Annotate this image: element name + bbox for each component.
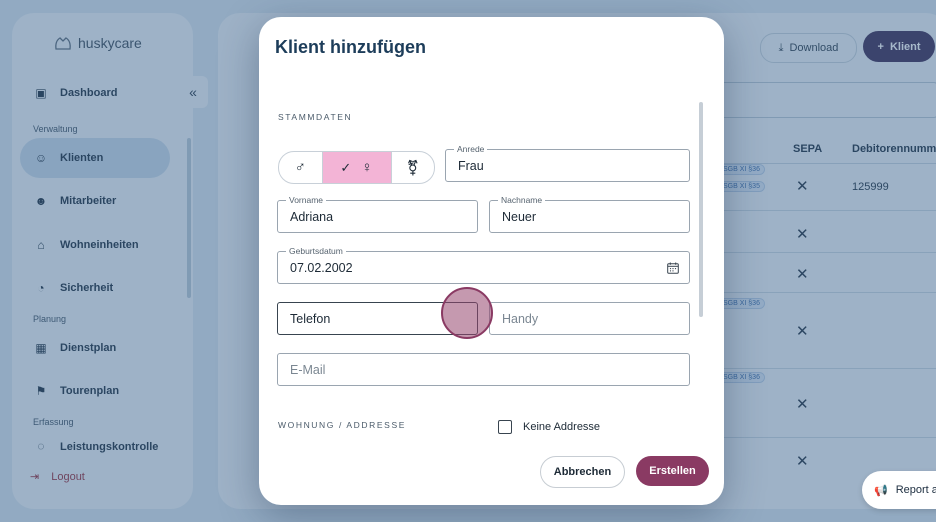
transgender-icon: ⚧ [406, 159, 420, 177]
click-indicator [441, 287, 493, 339]
no-address-label: Keine Addresse [523, 421, 601, 433]
handy-field[interactable]: Handy [489, 302, 690, 335]
gender-selector: ♂ ✓ ♀ ⚧ [278, 151, 435, 184]
handy-placeholder: Handy [502, 312, 539, 326]
section-wohnung: WOHNUNG / ADDRESSE [278, 420, 406, 430]
create-button[interactable]: Erstellen [636, 456, 709, 486]
cancel-button[interactable]: Abbrechen [540, 456, 625, 488]
email-placeholder: E-Mail [290, 363, 326, 377]
no-address-checkbox[interactable]: Keine Addresse [498, 420, 600, 434]
gender-male-button[interactable]: ♂ [279, 152, 323, 183]
report-button[interactable]: 📢 Report a [862, 471, 936, 509]
dialog-scrollbar[interactable] [699, 102, 703, 317]
email-field[interactable]: E-Mail [277, 353, 690, 386]
vorname-label: Vorname [286, 195, 327, 205]
megaphone-icon: 📢 [874, 484, 888, 497]
geburtsdatum-label: Geburtsdatum [286, 246, 346, 256]
geburtsdatum-field[interactable]: Geburtsdatum 07.02.2002 [277, 246, 690, 284]
geburtsdatum-value: 07.02.2002 [290, 261, 353, 275]
check-icon: ✓ [340, 159, 352, 175]
anrede-label: Anrede [454, 144, 488, 154]
dialog-title: Klient hinzufügen [275, 37, 426, 57]
nachname-value: Neuer [502, 210, 537, 224]
anrede-value: Frau [458, 159, 484, 173]
gender-diverse-button[interactable]: ⚧ [392, 152, 435, 183]
male-icon: ♂ [294, 159, 306, 176]
female-icon: ♀ [361, 159, 373, 176]
gender-female-button[interactable]: ✓ ♀ [322, 152, 392, 183]
nachname-label: Nachname [498, 195, 546, 205]
add-client-dialog: Klient hinzufügen STAMMDATEN ♂ ✓ ♀ ⚧ Anr… [259, 17, 724, 505]
nachname-field[interactable]: Nachname Neuer [489, 195, 690, 233]
anrede-field[interactable]: Anrede Frau [445, 144, 690, 182]
section-stammdaten: STAMMDATEN [278, 112, 353, 122]
telefon-placeholder: Telefon [290, 312, 331, 326]
checkbox-box[interactable] [498, 420, 512, 434]
report-label: Report a [895, 484, 936, 496]
vorname-value: Adriana [290, 210, 334, 224]
vorname-field[interactable]: Vorname Adriana [277, 195, 478, 233]
calendar-icon[interactable] [667, 262, 679, 274]
